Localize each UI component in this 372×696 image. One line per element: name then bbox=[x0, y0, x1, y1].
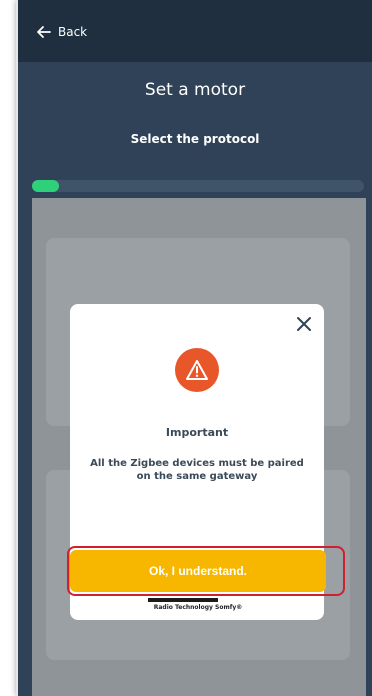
progress-bar bbox=[32, 180, 364, 192]
brand-text: Radio Technology Somfy® bbox=[153, 604, 243, 611]
back-label: Back bbox=[58, 25, 88, 39]
phone-screen: Back Set a motor Select the protocol Imp… bbox=[16, 0, 372, 696]
ok-understand-button[interactable]: Ok, I understand. bbox=[70, 550, 326, 592]
page-title: Set a motor bbox=[144, 80, 246, 100]
warning-icon bbox=[175, 348, 219, 392]
dialog-heading: Important bbox=[165, 426, 229, 439]
dialog-message: All the Zigbee devices must be paired on… bbox=[90, 458, 304, 482]
top-bar: Back bbox=[18, 0, 372, 62]
brand-bar bbox=[148, 598, 218, 602]
warning-triangle-icon bbox=[186, 360, 208, 380]
back-button[interactable]: Back bbox=[36, 24, 87, 40]
progress-fill bbox=[32, 180, 59, 192]
page-subtitle: Select the protocol bbox=[130, 132, 260, 146]
back-arrow-icon bbox=[37, 26, 51, 38]
close-icon[interactable] bbox=[294, 314, 314, 334]
